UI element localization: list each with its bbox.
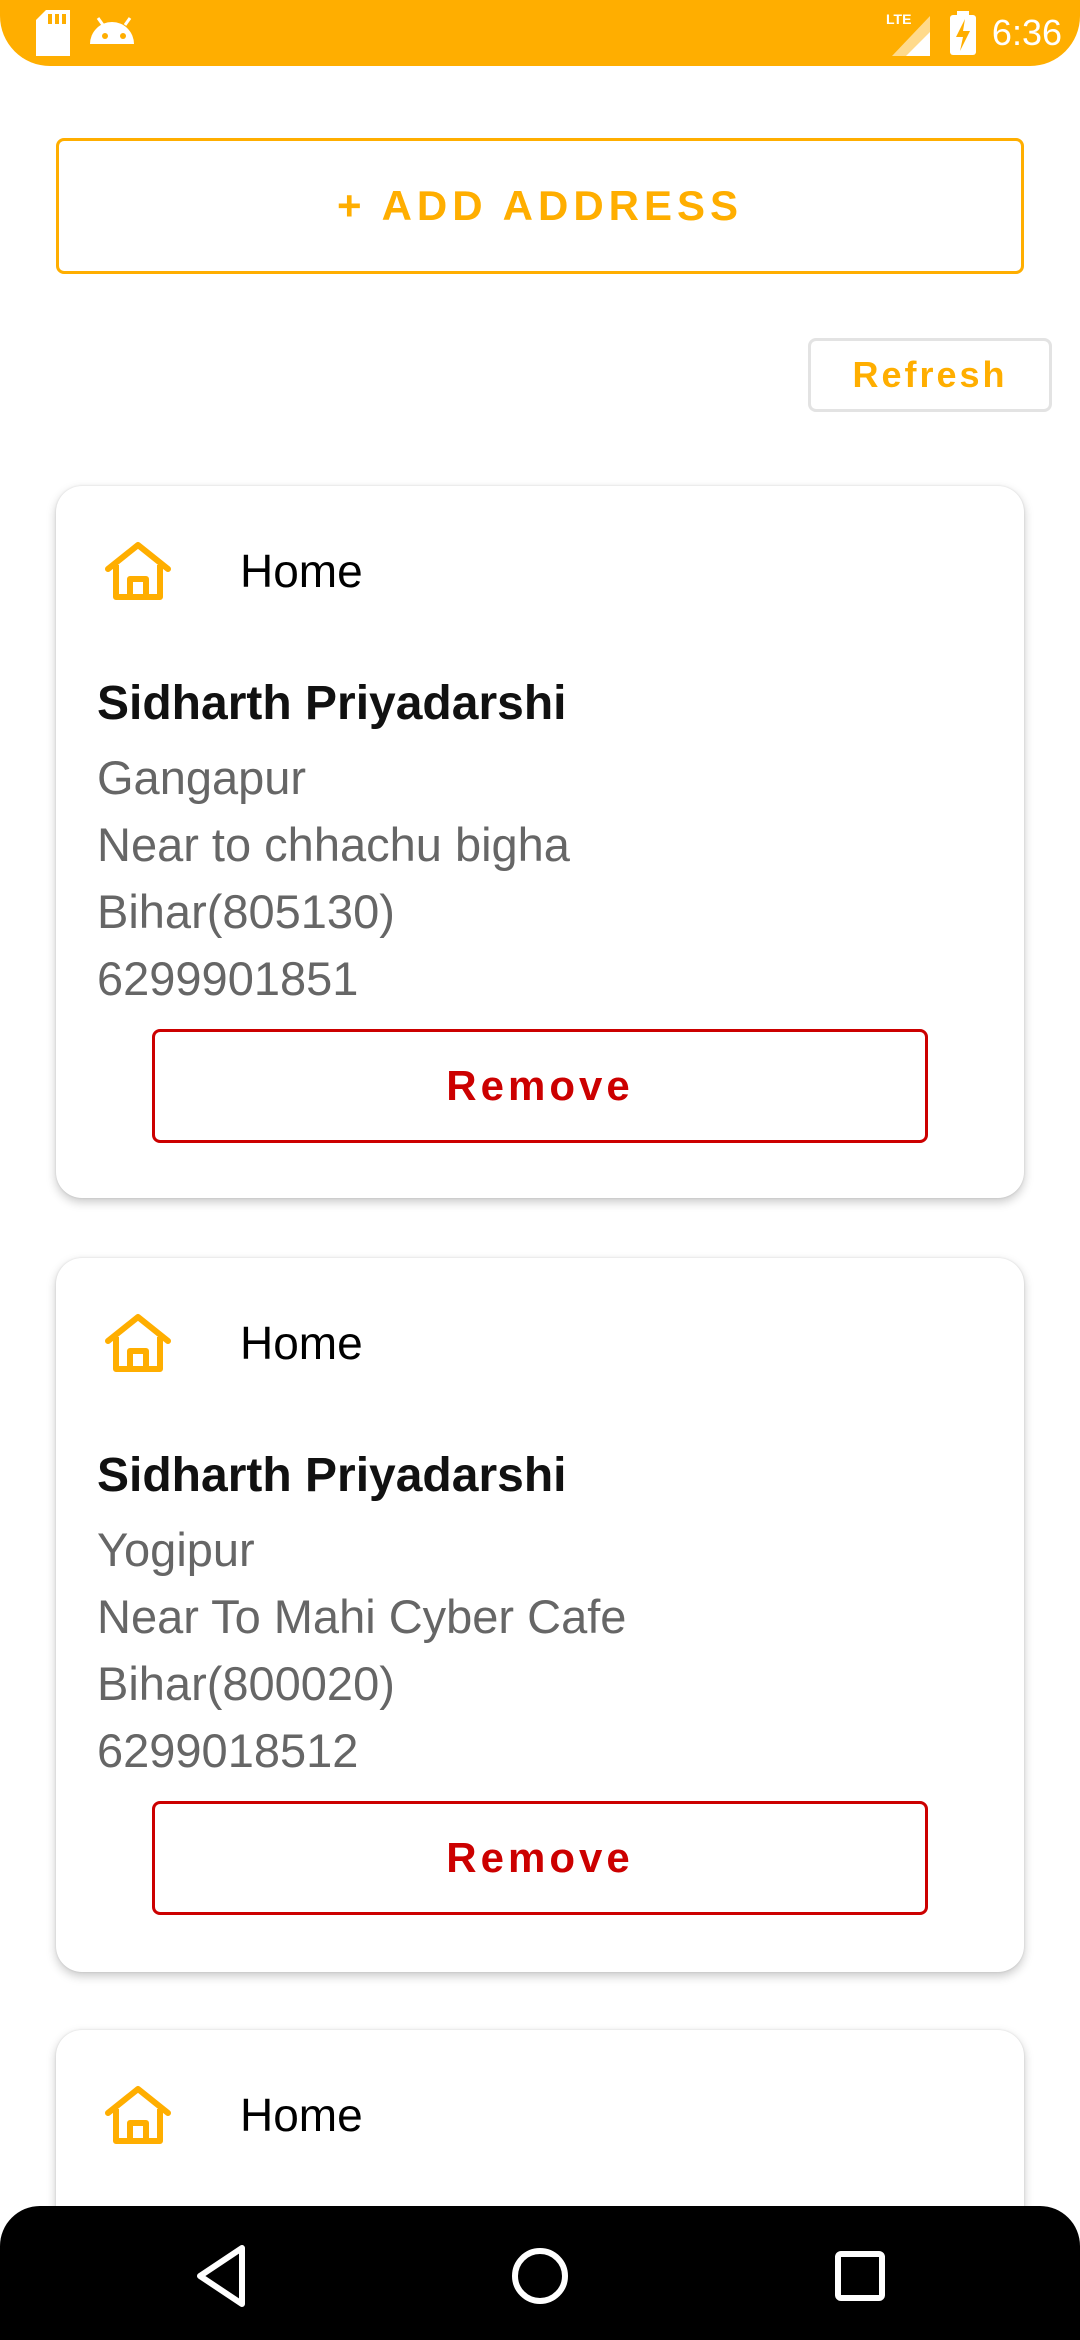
recipient-name: Sidharth Priyadarshi [97, 677, 567, 730]
address-phone: 6299901851 [97, 952, 359, 1005]
status-time: 6:36 [991, 12, 1062, 53]
remove-address-button[interactable]: Remove [152, 1801, 928, 1915]
address-state-pin: Bihar(805130) [97, 885, 395, 938]
address-card: Home Sidharth Priyadarshi Yogipur Near T… [56, 1258, 1024, 1972]
address-type-row: Home [102, 1308, 363, 1378]
sd-card-icon [36, 10, 134, 56]
android-icon [90, 17, 134, 44]
home-icon [105, 542, 171, 600]
battery-charging-icon [949, 11, 976, 55]
recents-icon[interactable] [820, 2236, 900, 2316]
address-locality: Gangapur [97, 751, 307, 804]
address-landmark: Near To Mahi Cyber Cafe [97, 1590, 627, 1643]
svg-text:LTE: LTE [886, 11, 911, 27]
address-card: Home Sidharth Priyadarshi Gangapur Near … [56, 486, 1024, 1198]
add-address-button[interactable]: + ADD ADDRESS [56, 138, 1024, 274]
status-bar: LTE 6:36 [0, 0, 1080, 66]
home-circle-icon[interactable] [500, 2236, 580, 2316]
address-type-label: Home [240, 2089, 363, 2141]
home-icon [105, 2086, 171, 2144]
home-icon [105, 1314, 171, 1372]
address-type-label: Home [240, 1317, 363, 1369]
lte-signal-icon: LTE [886, 11, 930, 56]
address-landmark: Near to chhachu bigha [97, 818, 570, 871]
address-type-row: Home [102, 536, 363, 606]
address-phone: 6299018512 [97, 1724, 359, 1777]
address-state-pin: Bihar(800020) [97, 1657, 395, 1710]
remove-address-button[interactable]: Remove [152, 1029, 928, 1143]
back-icon[interactable] [182, 2236, 262, 2316]
refresh-button[interactable]: Refresh [808, 338, 1052, 412]
address-type-label: Home [240, 545, 363, 597]
navigation-bar [0, 2206, 1080, 2340]
address-lines: Gangapur Near to chhachu bigha Bihar(805… [97, 744, 570, 1012]
address-lines: Yogipur Near To Mahi Cyber Cafe Bihar(80… [97, 1516, 626, 1784]
address-locality: Yogipur [97, 1523, 255, 1576]
recipient-name: Sidharth Priyadarshi [97, 1449, 567, 1502]
address-type-row: Home [102, 2080, 363, 2150]
